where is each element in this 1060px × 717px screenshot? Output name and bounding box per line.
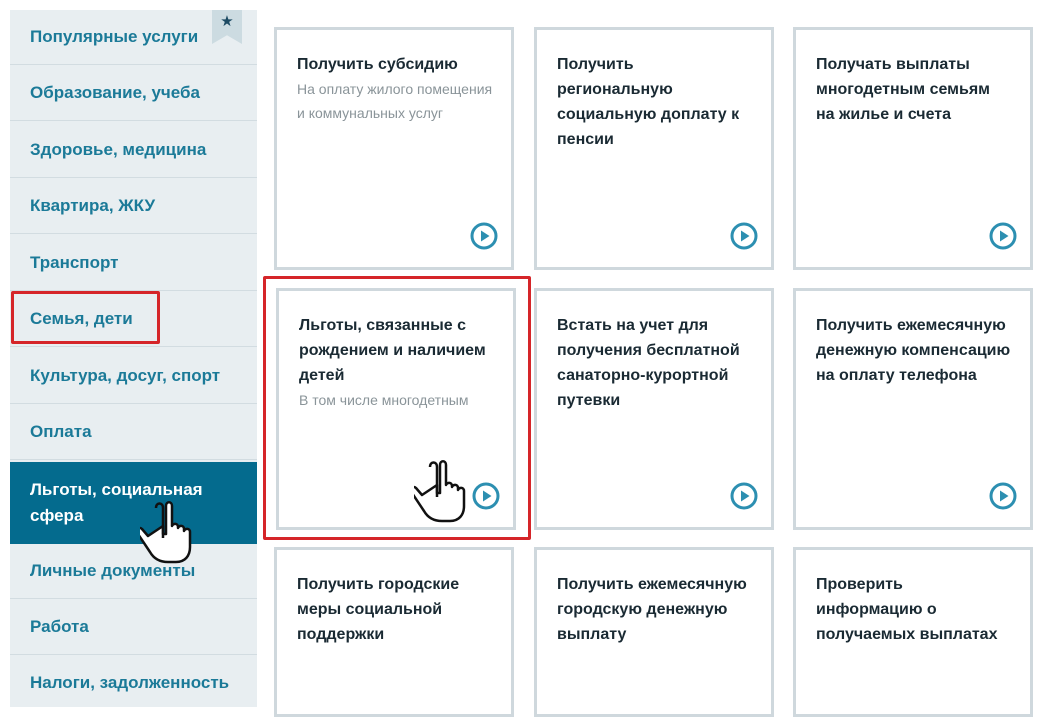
- sidebar-item-transport[interactable]: Транспорт: [10, 236, 257, 291]
- hand-pointer-icon: [140, 501, 192, 564]
- sidebar-item-health[interactable]: Здоровье, медицина: [10, 123, 257, 178]
- card-title: Проверить информацию о получаемых выплат…: [816, 576, 998, 643]
- card-subtitle: На оплату жилого помещения и коммунальны…: [297, 81, 493, 121]
- card-title: Получить региональную социальную доплату…: [557, 56, 740, 148]
- card-title: Получить ежемесячную денежную компенсаци…: [816, 317, 1011, 384]
- card-title: Получить городские меры социальной подде…: [297, 576, 460, 643]
- service-card-subsidy[interactable]: Получить субсидию На оплату жилого помещ…: [274, 27, 514, 270]
- card-title: Получать выплаты многодетным семьям на ж…: [816, 56, 991, 123]
- play-circle-icon[interactable]: [470, 222, 498, 250]
- sidebar-item-payment[interactable]: Оплата: [10, 405, 257, 460]
- card-title: Получить субсидию: [297, 56, 458, 73]
- service-card-city-support[interactable]: Получить городские меры социальной подде…: [274, 547, 514, 717]
- child-benefits-highlight: [263, 276, 531, 540]
- sidebar-item-label: Квартира, ЖКУ: [30, 196, 156, 215]
- service-card-large-family[interactable]: Получать выплаты многодетным семьям на ж…: [793, 27, 1033, 270]
- sidebar-item-education[interactable]: Образование, учеба: [10, 66, 257, 121]
- sidebar-item-label: Культура, досуг, спорт: [30, 366, 221, 385]
- service-card-pension[interactable]: Получить региональную социальную доплату…: [534, 27, 774, 270]
- sidebar-item-label: Образование, учеба: [30, 83, 200, 102]
- sidebar-item-label: Работа: [30, 617, 89, 636]
- sidebar-item-housing[interactable]: Квартира, ЖКУ: [10, 179, 257, 234]
- sidebar-item-label: Оплата: [30, 422, 92, 441]
- play-circle-icon[interactable]: [989, 482, 1017, 510]
- sidebar-item-taxes[interactable]: Налоги, задолженность: [10, 656, 257, 707]
- card-title: Получить ежемесячную городскую денежную …: [557, 576, 747, 643]
- sidebar-item-benefits[interactable]: Льготы, социальная сфера: [10, 462, 257, 544]
- sidebar-item-label: Популярные услуги: [30, 27, 199, 46]
- play-circle-icon[interactable]: [989, 222, 1017, 250]
- service-card-city-payment[interactable]: Получить ежемесячную городскую денежную …: [534, 547, 774, 717]
- family-item-highlight: [11, 291, 160, 344]
- service-card-check-payments[interactable]: Проверить информацию о получаемых выплат…: [793, 547, 1033, 717]
- sidebar-item-culture[interactable]: Культура, досуг, спорт: [10, 349, 257, 404]
- sidebar-item-label: Здоровье, медицина: [30, 140, 207, 159]
- card-title: Встать на учет для получения бесплатной …: [557, 317, 740, 409]
- category-sidebar: Популярные услуги Образование, учеба Здо…: [10, 10, 257, 707]
- play-circle-icon[interactable]: [730, 482, 758, 510]
- sidebar-item-label: Транспорт: [30, 253, 119, 272]
- sidebar-item-documents[interactable]: Личные документы: [10, 544, 257, 599]
- hand-pointer-icon: [414, 460, 466, 523]
- play-circle-icon[interactable]: [730, 222, 758, 250]
- sidebar-item-work[interactable]: Работа: [10, 600, 257, 655]
- service-card-phone-compensation[interactable]: Получить ежемесячную денежную компенсаци…: [793, 288, 1033, 530]
- service-card-sanatorium[interactable]: Встать на учет для получения бесплатной …: [534, 288, 774, 530]
- sidebar-item-label: Налоги, задолженность: [30, 673, 230, 692]
